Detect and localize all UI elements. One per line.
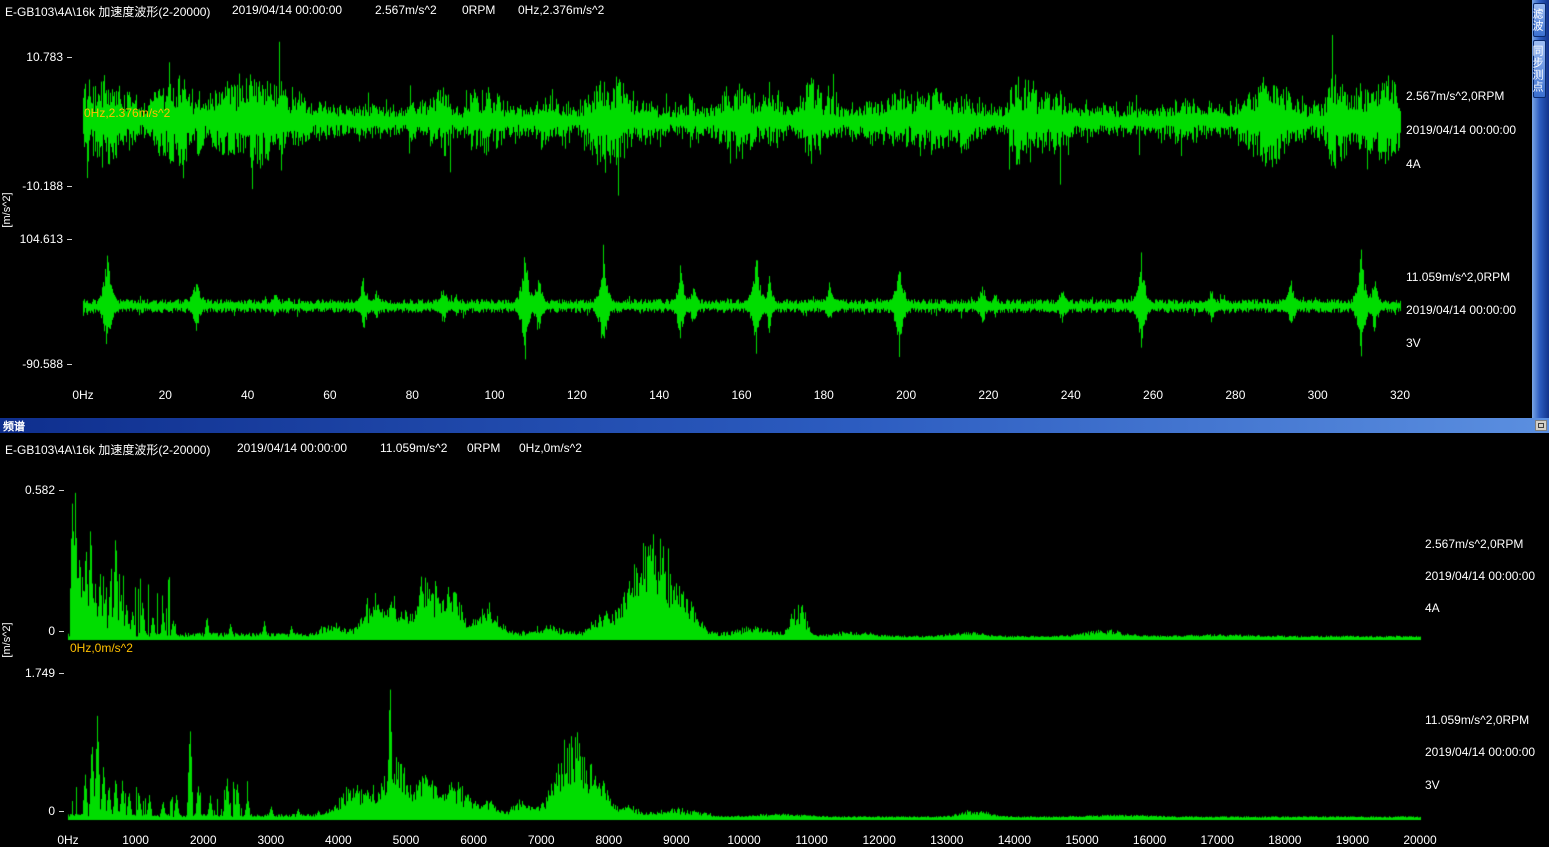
spectrum-chart-canvas[interactable] <box>0 433 1549 847</box>
trace-info-label: 2019/04/14 00:00:00 <box>1425 569 1535 583</box>
x-tick-label: 18000 <box>1268 833 1301 847</box>
y-tick-label: 10.783 <box>8 50 72 64</box>
x-tick-label: 220 <box>978 388 998 402</box>
y-axis-unit: [m/s^2] <box>1 617 15 663</box>
spectrum-rpm: 0RPM <box>467 441 500 455</box>
x-tick-label: 0Hz <box>57 833 78 847</box>
trace-info-label: 2019/04/14 00:00:00 <box>1406 303 1516 317</box>
waveform-title: E-GB103\4A\16k 加速度波形(2-20000) <box>5 3 210 20</box>
trace-info-label: 2.567m/s^2,0RPM <box>1425 537 1523 551</box>
x-tick-label: 40 <box>241 388 254 402</box>
y-tick-label: 0.582 <box>0 483 64 497</box>
x-tick-label: 80 <box>406 388 419 402</box>
spectrum-cursor-readout: 0Hz,0m/s^2 <box>519 441 582 455</box>
x-tick-label: 280 <box>1225 388 1245 402</box>
x-tick-label: 60 <box>323 388 336 402</box>
trace-info-label: 2019/04/14 00:00:00 <box>1425 745 1535 759</box>
trace-info-label: 4A <box>1425 601 1440 615</box>
x-tick-label: 240 <box>1061 388 1081 402</box>
y-axis-unit: [m/s^2] <box>1 187 15 233</box>
cursor-marker-label: 0Hz,0m/s^2 <box>70 641 133 655</box>
x-tick-label: 0Hz <box>72 388 93 402</box>
spectrum-titlebar-label: 频谱 <box>3 418 1535 434</box>
x-tick-label: 20 <box>159 388 172 402</box>
x-tick-label: 5000 <box>393 833 420 847</box>
spectrum-datetime: 2019/04/14 00:00:00 <box>237 441 347 455</box>
x-tick-label: 16000 <box>1133 833 1166 847</box>
x-tick-label: 11000 <box>795 833 827 847</box>
y-tick-label: 1.749 <box>0 666 64 680</box>
sync-point-tab[interactable]: 同步测点 <box>1533 40 1546 98</box>
x-tick-label: 8000 <box>595 833 622 847</box>
x-tick-label: 180 <box>814 388 834 402</box>
x-tick-label: 320 <box>1390 388 1410 402</box>
x-tick-label: 13000 <box>930 833 963 847</box>
waveform-panel: E-GB103\4A\16k 加速度波形(2-20000) 2019/04/14… <box>0 0 1549 418</box>
side-toolbar: 滤波 同步测点 <box>1532 0 1549 418</box>
x-tick-label: 14000 <box>998 833 1031 847</box>
waveform-rpm: 0RPM <box>462 3 495 17</box>
waveform-datetime: 2019/04/14 00:00:00 <box>232 3 342 17</box>
x-tick-label: 17000 <box>1201 833 1234 847</box>
trace-info-label: 11.059m/s^2,0RPM <box>1425 713 1529 727</box>
waveform-chart-canvas[interactable] <box>0 0 1532 418</box>
x-tick-label: 4000 <box>325 833 352 847</box>
spectrum-titlebar: 频谱 <box>0 418 1549 433</box>
x-tick-label: 6000 <box>460 833 487 847</box>
x-tick-label: 300 <box>1308 388 1328 402</box>
trace-info-label: 2019/04/14 00:00:00 <box>1406 123 1516 137</box>
x-tick-label: 140 <box>649 388 669 402</box>
waveform-cursor-readout: 0Hz,2.376m/s^2 <box>518 3 604 17</box>
x-tick-label: 10000 <box>727 833 760 847</box>
y-tick-label: 0 <box>0 804 64 818</box>
filter-tab[interactable]: 滤波 <box>1533 3 1546 37</box>
trace-info-label: 11.059m/s^2,0RPM <box>1406 270 1510 284</box>
x-tick-label: 3000 <box>257 833 284 847</box>
trace-info-label: 2.567m/s^2,0RPM <box>1406 89 1504 103</box>
x-tick-label: 19000 <box>1336 833 1369 847</box>
spectrum-title: E-GB103\4A\16k 加速度波形(2-20000) <box>5 441 210 458</box>
x-tick-label: 7000 <box>528 833 555 847</box>
x-tick-label: 1000 <box>122 833 149 847</box>
x-tick-label: 100 <box>485 388 505 402</box>
y-tick-label: -10.188 <box>8 179 72 193</box>
x-tick-label: 160 <box>731 388 751 402</box>
spectrum-panel: E-GB103\4A\16k 加速度波形(2-20000) 2019/04/14… <box>0 433 1549 847</box>
x-tick-label: 15000 <box>1065 833 1098 847</box>
x-tick-label: 2000 <box>190 833 217 847</box>
x-tick-label: 120 <box>567 388 587 402</box>
trace-info-label: 3V <box>1406 336 1421 350</box>
x-tick-label: 9000 <box>663 833 690 847</box>
x-tick-label: 12000 <box>863 833 896 847</box>
trace-info-label: 4A <box>1406 157 1421 171</box>
x-tick-label: 20000 <box>1403 833 1436 847</box>
y-tick-label: 104.613 <box>8 232 72 246</box>
y-tick-label: -90.588 <box>8 357 72 371</box>
cursor-marker-label: 0Hz,2.376m/s^2 <box>84 106 170 120</box>
waveform-rms: 2.567m/s^2 <box>375 3 437 17</box>
x-tick-label: 200 <box>896 388 916 402</box>
restore-button[interactable] <box>1535 420 1547 431</box>
spectrum-rms: 11.059m/s^2 <box>380 441 447 455</box>
x-tick-label: 260 <box>1143 388 1163 402</box>
trace-info-label: 3V <box>1425 778 1440 792</box>
